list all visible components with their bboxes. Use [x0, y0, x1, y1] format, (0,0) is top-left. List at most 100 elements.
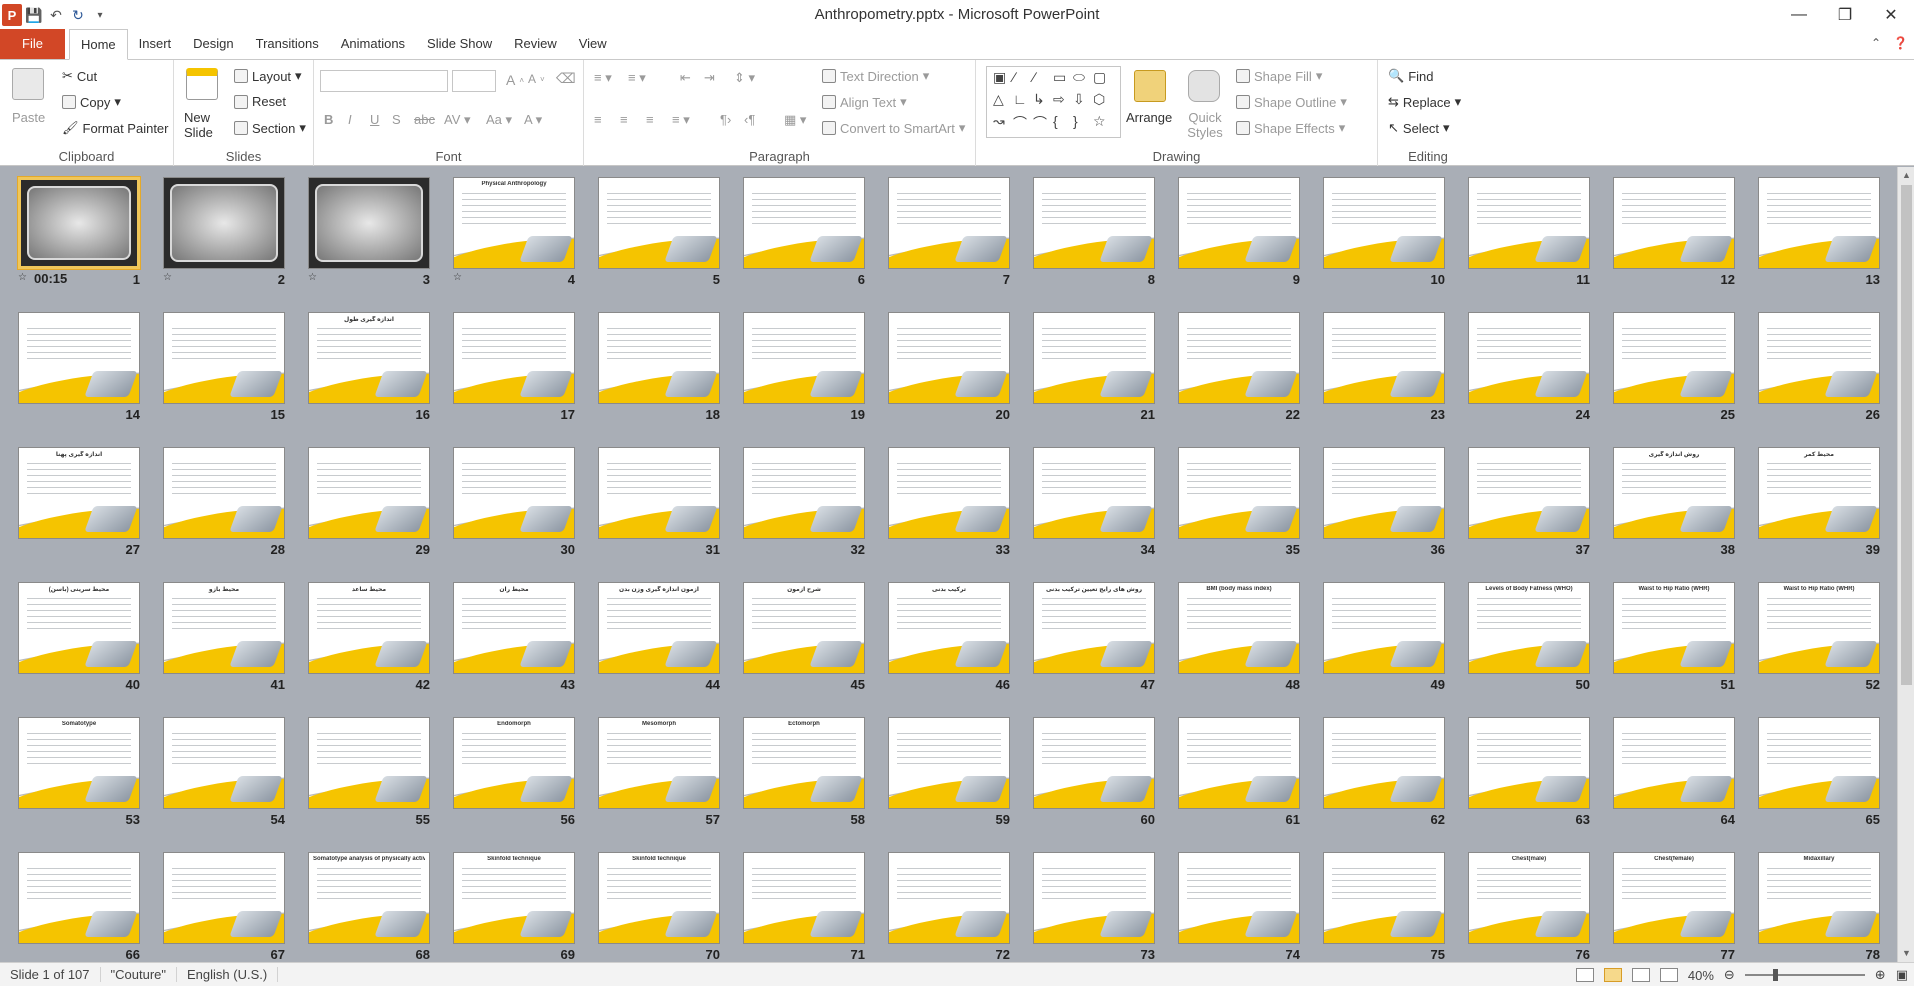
slide-preview[interactable]	[1468, 447, 1590, 539]
slide-preview[interactable]: آزمون اندازه گیری وزن بدن	[598, 582, 720, 674]
slide-preview[interactable]	[1033, 312, 1155, 404]
slide-preview[interactable]: Waist to Hip Ratio (WHR)	[1613, 582, 1735, 674]
ltr-icon[interactable]: ¶›	[720, 112, 731, 127]
slide-preview[interactable]: Somatotype analysis of physically active…	[308, 852, 430, 944]
bullets-icon[interactable]: ≡ ▾	[594, 70, 612, 86]
italic-icon[interactable]: I	[348, 112, 352, 127]
section-button[interactable]: Section ▾	[234, 120, 306, 136]
shadow-icon[interactable]: S	[392, 112, 401, 127]
slide-preview[interactable]	[1178, 447, 1300, 539]
tab-view[interactable]: View	[568, 29, 618, 59]
brace-left-shape-icon[interactable]: {	[1053, 113, 1058, 129]
slide-preview[interactable]	[308, 447, 430, 539]
reset-button[interactable]: Reset	[234, 94, 286, 109]
slide-preview[interactable]	[1178, 717, 1300, 809]
slide-preview[interactable]: Physical Anthropology	[453, 177, 575, 269]
connector-shape-icon[interactable]: ↳	[1033, 91, 1045, 108]
slide-show-view-icon[interactable]	[1659, 968, 1678, 982]
slide-preview[interactable]	[598, 177, 720, 269]
bold-icon[interactable]: B	[324, 112, 333, 127]
paste-icon[interactable]	[12, 68, 44, 100]
quick-styles-button[interactable]: Quick Styles	[1182, 110, 1228, 140]
slide-preview[interactable]: Ectomorph	[743, 717, 865, 809]
slide-preview[interactable]: شرح آزمون	[743, 582, 865, 674]
slide-preview[interactable]: ترکیب بدنی	[888, 582, 1010, 674]
slide-preview[interactable]	[18, 852, 140, 944]
slide-preview[interactable]	[1178, 177, 1300, 269]
line-spacing-icon[interactable]: ⇕ ▾	[734, 70, 755, 86]
zoom-in-icon[interactable]: ⊕	[1875, 967, 1886, 983]
strikethrough-icon[interactable]: abc	[414, 112, 435, 127]
spacing-icon[interactable]: AV ▾	[444, 112, 471, 128]
line-shape-icon[interactable]: ∕	[1013, 69, 1015, 85]
zoom-slider[interactable]	[1744, 969, 1865, 981]
arrow-right-shape-icon[interactable]: ⇨	[1053, 91, 1065, 108]
tab-insert[interactable]: Insert	[128, 29, 183, 59]
slide-preview[interactable]: Chest(female)	[1613, 852, 1735, 944]
slide-preview[interactable]	[453, 447, 575, 539]
slide-preview[interactable]	[743, 312, 865, 404]
clear-formatting-icon[interactable]: ⌫	[556, 70, 576, 87]
slide-preview[interactable]: اندازه گیری پهنا	[18, 447, 140, 539]
columns-icon[interactable]: ▦ ▾	[784, 112, 806, 128]
slide-preview[interactable]: BMI (body mass index)	[1178, 582, 1300, 674]
normal-view-icon[interactable]	[1575, 968, 1594, 982]
slide-preview[interactable]: اندازه گیری طول	[308, 312, 430, 404]
slide-preview[interactable]	[598, 447, 720, 539]
slide-sorter-view-icon[interactable]	[1603, 968, 1622, 982]
textbox-shape-icon[interactable]: ▣	[993, 69, 1006, 86]
justify-icon[interactable]: ≡ ▾	[672, 112, 690, 128]
save-icon[interactable]: 💾	[24, 5, 44, 25]
customize-qat-icon[interactable]: ▾	[90, 5, 110, 25]
curve-shape-icon[interactable]: ⌒	[1013, 113, 1027, 133]
align-text-button[interactable]: Align Text ▾	[822, 94, 907, 110]
slide-preview[interactable]: محیط بازو	[163, 582, 285, 674]
shrink-font-icon[interactable]: A ˅	[528, 72, 545, 86]
slide-preview[interactable]: محیط ساعد	[308, 582, 430, 674]
minimize-icon[interactable]: —	[1776, 0, 1822, 30]
slide-preview[interactable]	[1178, 312, 1300, 404]
slide-preview[interactable]: روش های رایج تعیین ترکیب بدنی	[1033, 582, 1155, 674]
slide-preview[interactable]	[1033, 447, 1155, 539]
new-slide-button[interactable]: New Slide	[184, 110, 234, 140]
convert-smartart-button[interactable]: Convert to SmartArt ▾	[822, 120, 965, 136]
arrange-button[interactable]: Arrange	[1126, 110, 1174, 125]
slide-preview[interactable]	[163, 177, 285, 269]
shape-fill-button[interactable]: Shape Fill ▾	[1236, 68, 1322, 84]
change-case-icon[interactable]: Aa ▾	[486, 112, 512, 128]
slide-preview[interactable]	[1758, 312, 1880, 404]
slide-preview[interactable]	[1613, 312, 1735, 404]
slide-preview[interactable]	[17, 176, 141, 270]
slide-preview[interactable]	[163, 447, 285, 539]
format-painter-button[interactable]: 🖌 Format Painter	[62, 120, 169, 136]
slide-preview[interactable]	[308, 177, 430, 269]
powerpoint-logo-icon[interactable]: P	[2, 4, 22, 26]
slide-preview[interactable]	[1033, 177, 1155, 269]
close-icon[interactable]: ✕	[1868, 0, 1914, 30]
slide-preview[interactable]	[888, 717, 1010, 809]
align-right-icon[interactable]: ≡	[646, 112, 654, 127]
slide-preview[interactable]	[1323, 717, 1445, 809]
slide-preview[interactable]	[1758, 177, 1880, 269]
align-left-icon[interactable]: ≡	[594, 112, 602, 127]
font-size-input[interactable]	[452, 70, 496, 92]
layout-button[interactable]: Layout ▾	[234, 68, 302, 84]
slide-preview[interactable]: Midaxillary	[1758, 852, 1880, 944]
slide-preview[interactable]	[163, 717, 285, 809]
slide-preview[interactable]	[1033, 717, 1155, 809]
line2-shape-icon[interactable]: ∕	[1033, 69, 1035, 85]
font-name-input[interactable]	[320, 70, 448, 92]
new-slide-icon[interactable]	[186, 68, 218, 100]
brace-right-shape-icon[interactable]: }	[1073, 113, 1078, 129]
slide-preview[interactable]: Somatotype	[18, 717, 140, 809]
ribbon-minimize-icon[interactable]: ⌃	[1871, 36, 1881, 50]
grow-font-icon[interactable]: A ˄	[506, 72, 524, 88]
restore-icon[interactable]: ❐	[1822, 0, 1868, 30]
slide-preview[interactable]	[1033, 852, 1155, 944]
slide-sorter[interactable]: ☆ 00:15 1 ☆ 2 ☆ 3 Physical Anthropology ☆ 4 5 6 7 8 9 1…	[0, 167, 1914, 962]
paste-button[interactable]: Paste	[12, 110, 45, 125]
scroll-thumb[interactable]	[1901, 185, 1912, 685]
freeform-shape-icon[interactable]: ↝	[993, 113, 1005, 130]
select-button[interactable]: ↖ Select ▾	[1388, 120, 1450, 136]
slide-preview[interactable]	[1468, 717, 1590, 809]
